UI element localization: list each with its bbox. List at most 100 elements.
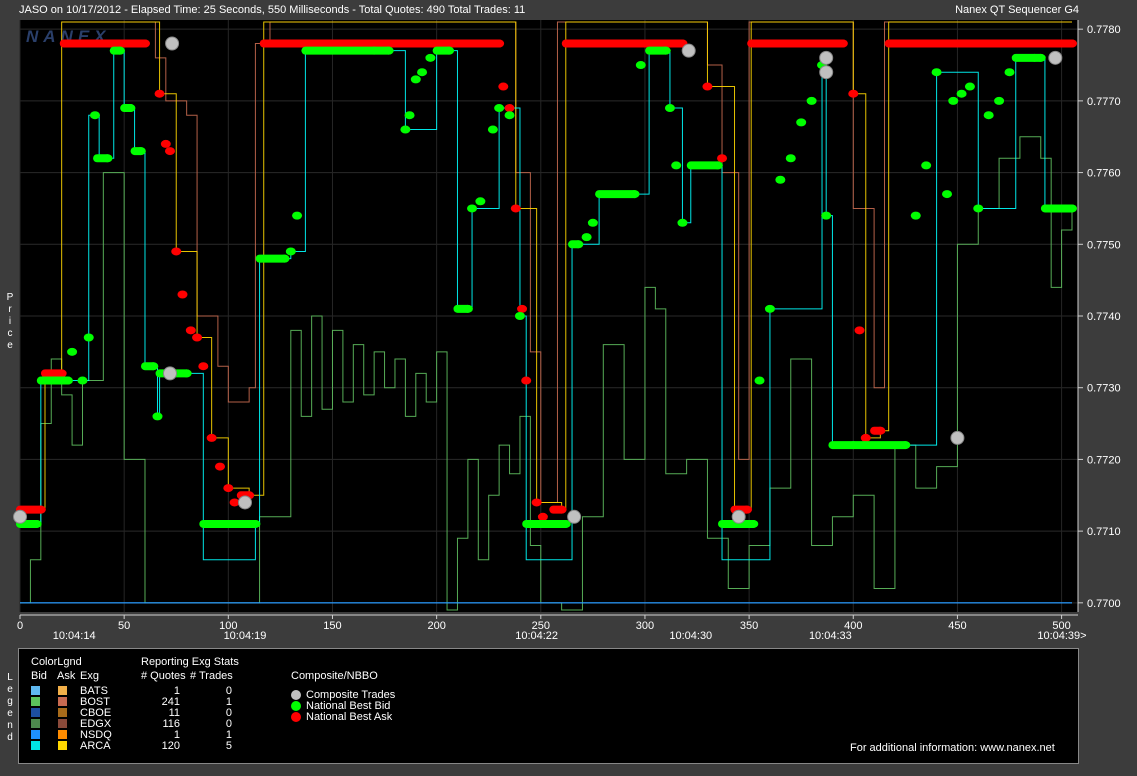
exchange-name: ARCA: [80, 740, 111, 752]
national-best-bid-point: [1067, 204, 1077, 213]
national-best-bid-point: [587, 218, 598, 227]
national-best-bid-point: [31, 519, 42, 528]
national-best-bid-point: [994, 96, 1005, 105]
national-best-bid-point: [635, 61, 646, 70]
y-tick-label: 0.7770: [1087, 96, 1121, 108]
bid-swatch: [31, 719, 40, 728]
legend-side-label: Legend: [5, 672, 15, 744]
national-best-ask-point: [223, 484, 234, 493]
composite-swatch: [291, 701, 301, 711]
national-best-bid-point: [404, 111, 415, 120]
national-best-bid-point: [89, 111, 100, 120]
national-best-ask-point: [1067, 39, 1077, 48]
national-best-ask-point: [177, 290, 188, 299]
price-label-char: c: [7, 328, 13, 339]
national-best-bid-point: [921, 161, 932, 170]
x-tick-label: 200: [427, 620, 445, 632]
price-label-char: r: [8, 304, 12, 315]
national-best-ask-point: [198, 362, 209, 371]
national-best-bid-point: [983, 111, 994, 120]
trade-point-10: [1048, 50, 1063, 65]
x-time-label: 10:04:33: [809, 630, 852, 642]
stats-title: Reporting Exg Stats: [141, 656, 239, 668]
x-tick-label: 0: [17, 620, 23, 632]
national-best-bid-point: [125, 104, 136, 113]
ask-swatch: [58, 719, 67, 728]
national-best-ask-point: [154, 89, 165, 98]
national-best-ask-point: [837, 39, 848, 48]
national-best-bid-point: [900, 441, 911, 450]
national-best-ask-point: [531, 498, 542, 507]
national-best-ask-point: [139, 39, 150, 48]
national-best-ask-run: [884, 39, 1076, 48]
national-best-ask-run: [259, 39, 504, 48]
national-best-ask-point: [192, 333, 203, 342]
national-best-ask-point: [504, 104, 515, 113]
national-best-ask-point: [206, 433, 217, 442]
national-best-bid-point: [1035, 53, 1046, 62]
national-best-bid-point: [1004, 68, 1015, 77]
national-best-ask-point: [717, 154, 728, 163]
national-best-bid-point: [514, 312, 525, 320]
y-tick-label: 0.7760: [1087, 168, 1121, 180]
trade-point-6: [731, 509, 746, 524]
y-axis: 0.7700 0.7710 0.7720 0.7730 0.7740 0.7750 0.77…: [1077, 20, 1121, 612]
trade-point-5: [681, 43, 696, 58]
bid-swatch: [31, 708, 40, 717]
national-best-ask-point: [537, 512, 548, 521]
national-best-ask-point: [510, 204, 521, 213]
national-best-ask-point: [854, 326, 865, 335]
national-best-bid-point: [796, 118, 807, 127]
national-best-ask-point: [860, 433, 871, 442]
trade-point-9: [950, 430, 965, 445]
national-best-bid-point: [292, 211, 303, 220]
national-best-bid-point: [135, 147, 146, 156]
price-chart: NANEX 0.77000.77100.77200.77300.77400.77…: [13, 20, 1121, 642]
national-best-bid-point: [425, 53, 436, 62]
x-axis: 0 50 100 150 200 250 300 350 400 450 50010:04:14 10…: [17, 614, 1087, 642]
trades-header: # Trades: [190, 670, 233, 682]
national-best-bid-point: [285, 247, 296, 256]
national-best-bid-run: [301, 46, 379, 55]
bid-swatch: [31, 730, 40, 739]
national-best-bid-point: [279, 254, 290, 263]
national-best-bid-point: [383, 46, 394, 55]
x-tick-label: 450: [948, 620, 966, 632]
legend-label-char: e: [7, 708, 13, 719]
price-label-char: e: [7, 340, 13, 351]
x-tick-label: 300: [636, 620, 654, 632]
national-best-bid-point: [467, 204, 478, 213]
x-time-label: 10:04:39>: [1037, 630, 1086, 642]
national-best-ask-point: [35, 505, 46, 514]
national-best-bid-point: [487, 125, 498, 134]
national-best-bid-point: [629, 190, 640, 199]
x-time-label: 10:04:19: [224, 630, 267, 642]
national-best-bid-point: [973, 204, 984, 213]
national-best-bid-point: [664, 104, 675, 113]
national-best-bid-point: [754, 376, 765, 385]
national-best-bid-point: [660, 46, 671, 55]
legend-label-char: d: [7, 732, 13, 743]
national-best-bid-point: [942, 190, 953, 199]
national-best-ask-run: [59, 39, 149, 48]
ask-swatch: [58, 730, 67, 739]
composite-swatch: [291, 712, 301, 722]
national-best-ask-point: [185, 326, 196, 335]
bid-swatch: [31, 697, 40, 706]
ask-header: Ask: [57, 670, 76, 682]
national-best-bid-run: [849, 441, 910, 450]
exchange-trades: 5: [225, 740, 232, 752]
footer-link[interactable]: For additional information: www.nanex.ne…: [850, 742, 1055, 754]
national-best-ask-point: [521, 376, 532, 385]
national-best-bid-point: [748, 519, 759, 528]
x-time-label: 10:04:22: [515, 630, 558, 642]
trade-point-2: [162, 366, 177, 381]
legend-label-char: n: [7, 720, 13, 731]
price-axis-label: Price: [5, 292, 15, 352]
national-best-bid-point: [712, 161, 723, 170]
national-best-bid-point: [475, 197, 486, 206]
national-best-bid-point: [400, 125, 411, 134]
national-best-ask-point: [214, 462, 225, 471]
composite-label: National Best Ask: [306, 711, 393, 723]
national-best-bid-point: [764, 304, 775, 313]
